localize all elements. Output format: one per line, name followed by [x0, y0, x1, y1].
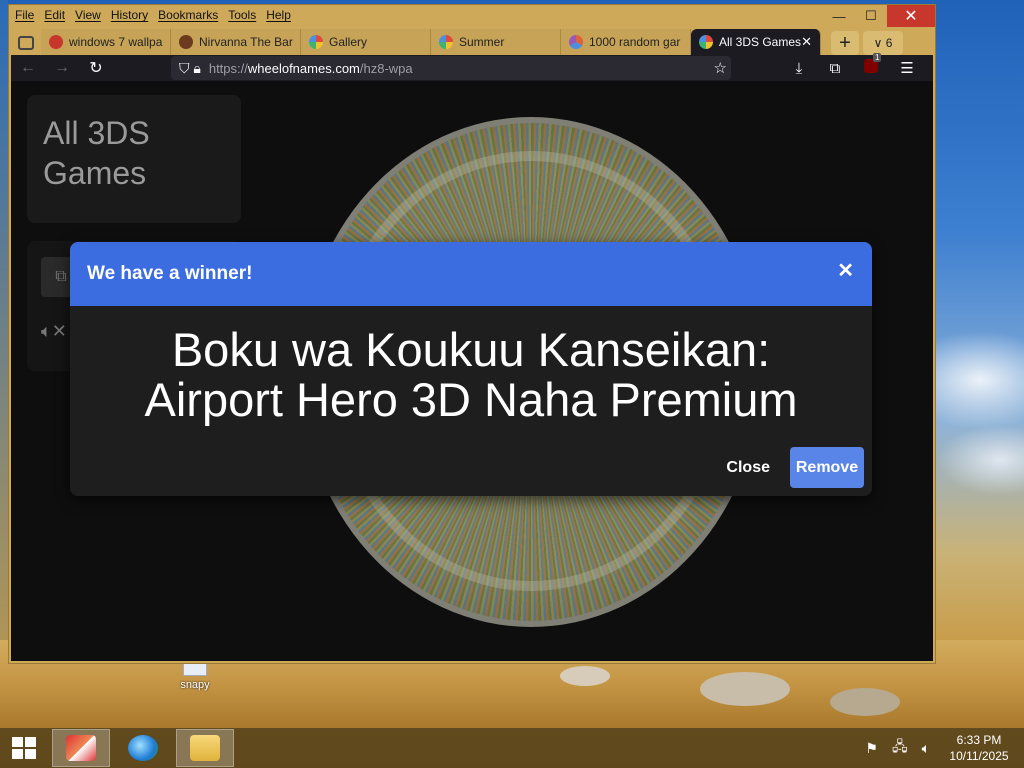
tab-summer[interactable]: Summer	[431, 29, 561, 55]
globe-app-icon	[128, 735, 158, 761]
url-bar[interactable]: ⛉ 🔒︎ https://wheelofnames.com/hz8-wpa ☆	[171, 56, 731, 80]
shield-lock-icon[interactable]: ⛉ 🔒︎	[179, 60, 201, 77]
reload-icon[interactable]: ↻	[79, 58, 113, 78]
tab-list-button[interactable]: ∨ 6	[863, 31, 903, 55]
new-tab-button[interactable]: +	[831, 31, 859, 55]
wallpaper-rock	[560, 666, 610, 686]
taskbar-firefox[interactable]	[52, 729, 110, 767]
tab-label: windows 7 wallpa	[69, 35, 163, 49]
tab-nirvanna[interactable]: Nirvanna The Bar	[171, 29, 301, 55]
back-arrow-icon[interactable]: ←	[11, 59, 45, 77]
clock-date: 10/11/2025	[949, 749, 1009, 763]
toolbar-right: ⤓ ⧉ 1 ☰	[781, 53, 925, 81]
menu-tools[interactable]: Tools	[228, 8, 256, 22]
wallpaper-rock	[700, 672, 790, 706]
tab-favicon-icon	[569, 35, 583, 49]
menu-bar: File Edit View History Bookmarks Tools H…	[9, 5, 309, 25]
ublock-icon[interactable]: 1	[853, 53, 889, 77]
menu-file[interactable]: File	[15, 8, 34, 22]
winner-dialog-title: We have a winner!	[87, 263, 253, 284]
folder-icon	[190, 735, 220, 761]
windows-logo-icon	[12, 737, 36, 759]
minimize-button[interactable]: —	[823, 5, 855, 27]
hamburger-menu-icon[interactable]: ☰	[889, 59, 925, 77]
wheel-title-card[interactable]: All 3DS Games	[27, 95, 241, 223]
tab-windows-wallpaper[interactable]: windows 7 wallpa	[41, 29, 171, 55]
winner-dialog-header: We have a winner! ✕	[70, 242, 872, 306]
url-text: https://wheelofnames.com/hz8-wpa	[208, 60, 413, 76]
tab-strip: windows 7 wallpa Nirvanna The Bar Galler…	[11, 29, 933, 55]
close-button[interactable]: Close	[726, 459, 770, 477]
window-controls: — ☐ ✕	[823, 5, 935, 27]
wallpaper-strip	[0, 0, 8, 728]
tab-gallery[interactable]: Gallery	[301, 29, 431, 55]
dialog-close-icon[interactable]: ✕	[837, 258, 854, 283]
tab-favicon-icon	[179, 35, 193, 49]
winner-name: Boku wa Koukuu Kanseikan: Airport Hero 3…	[70, 306, 872, 436]
taskbar-explorer[interactable]	[176, 729, 234, 767]
tab-label: All 3DS Games	[719, 35, 802, 49]
desktop-icon-label: snapy	[180, 679, 210, 691]
remove-button[interactable]: Remove	[790, 447, 864, 488]
start-button[interactable]	[0, 728, 48, 768]
extension-badge: 1	[873, 53, 882, 62]
tab-favicon-icon	[699, 35, 713, 49]
nav-bar: ← → ↻ ⛉ 🔒︎ https://wheelofnames.com/hz8-…	[11, 53, 933, 81]
menu-help[interactable]: Help	[266, 8, 291, 22]
wallpaper-rock	[830, 688, 900, 716]
tab-random-games[interactable]: 1000 random gar	[561, 29, 691, 55]
menu-edit[interactable]: Edit	[44, 8, 65, 22]
browser-app-icon	[66, 735, 96, 761]
taskbar: ⚑ 🖧︎ 🔈︎ 6:33 PM 10/11/2025	[0, 728, 1024, 768]
flag-icon[interactable]: ⚑	[865, 740, 878, 757]
winner-dialog: We have a winner! ✕ Boku wa Koukuu Kanse…	[70, 242, 872, 496]
tab-favicon-icon	[439, 35, 453, 49]
bookmark-star-icon[interactable]: ☆	[714, 59, 727, 77]
menu-view[interactable]: View	[75, 8, 101, 22]
menu-history[interactable]: History	[111, 8, 148, 22]
system-tray: ⚑ 🖧︎ 🔈︎ 6:33 PM 10/11/2025	[865, 728, 1024, 768]
tab-label: Nirvanna The Bar	[199, 35, 293, 49]
volume-muted-icon[interactable]: 🔈︎	[922, 740, 930, 757]
mute-icon[interactable]: 🔈︎✕	[41, 321, 67, 342]
wheel-title-line1: All 3DS	[43, 115, 150, 151]
winner-dialog-actions: Close Remove	[726, 447, 864, 488]
tab-count: 6	[885, 36, 893, 50]
tab-all-3ds-games[interactable]: All 3DS Games ✕	[691, 29, 821, 55]
forward-arrow-icon[interactable]: →	[45, 59, 79, 77]
tab-label: Gallery	[329, 35, 368, 49]
tab-label: 1000 random gar	[589, 35, 681, 49]
wheel-title-line2: Games	[43, 155, 147, 191]
winner-name-line1: Boku wa Koukuu Kanseikan:	[171, 323, 771, 376]
firefox-view-button[interactable]	[11, 31, 41, 55]
tab-close-icon[interactable]: ✕	[801, 34, 812, 50]
tab-label: Summer	[459, 35, 505, 49]
chevron-down-icon: ∨	[873, 36, 886, 50]
window-close-button[interactable]: ✕	[887, 5, 935, 27]
tab-favicon-icon	[309, 35, 323, 49]
maximize-button[interactable]: ☐	[855, 5, 887, 27]
tab-favicon-icon	[49, 35, 63, 49]
extensions-icon[interactable]: ⧉	[817, 60, 853, 77]
firefox-view-icon	[18, 36, 34, 50]
clock[interactable]: 6:33 PM 10/11/2025	[944, 732, 1014, 764]
taskbar-ie[interactable]	[114, 729, 172, 767]
download-icon[interactable]: ⤓	[781, 60, 817, 77]
menu-bookmarks[interactable]: Bookmarks	[158, 8, 218, 22]
network-icon[interactable]: 🖧︎	[892, 736, 908, 760]
clock-time: 6:33 PM	[956, 733, 1002, 747]
winner-name-line2: Airport Hero 3D Naha Premium	[144, 373, 798, 426]
